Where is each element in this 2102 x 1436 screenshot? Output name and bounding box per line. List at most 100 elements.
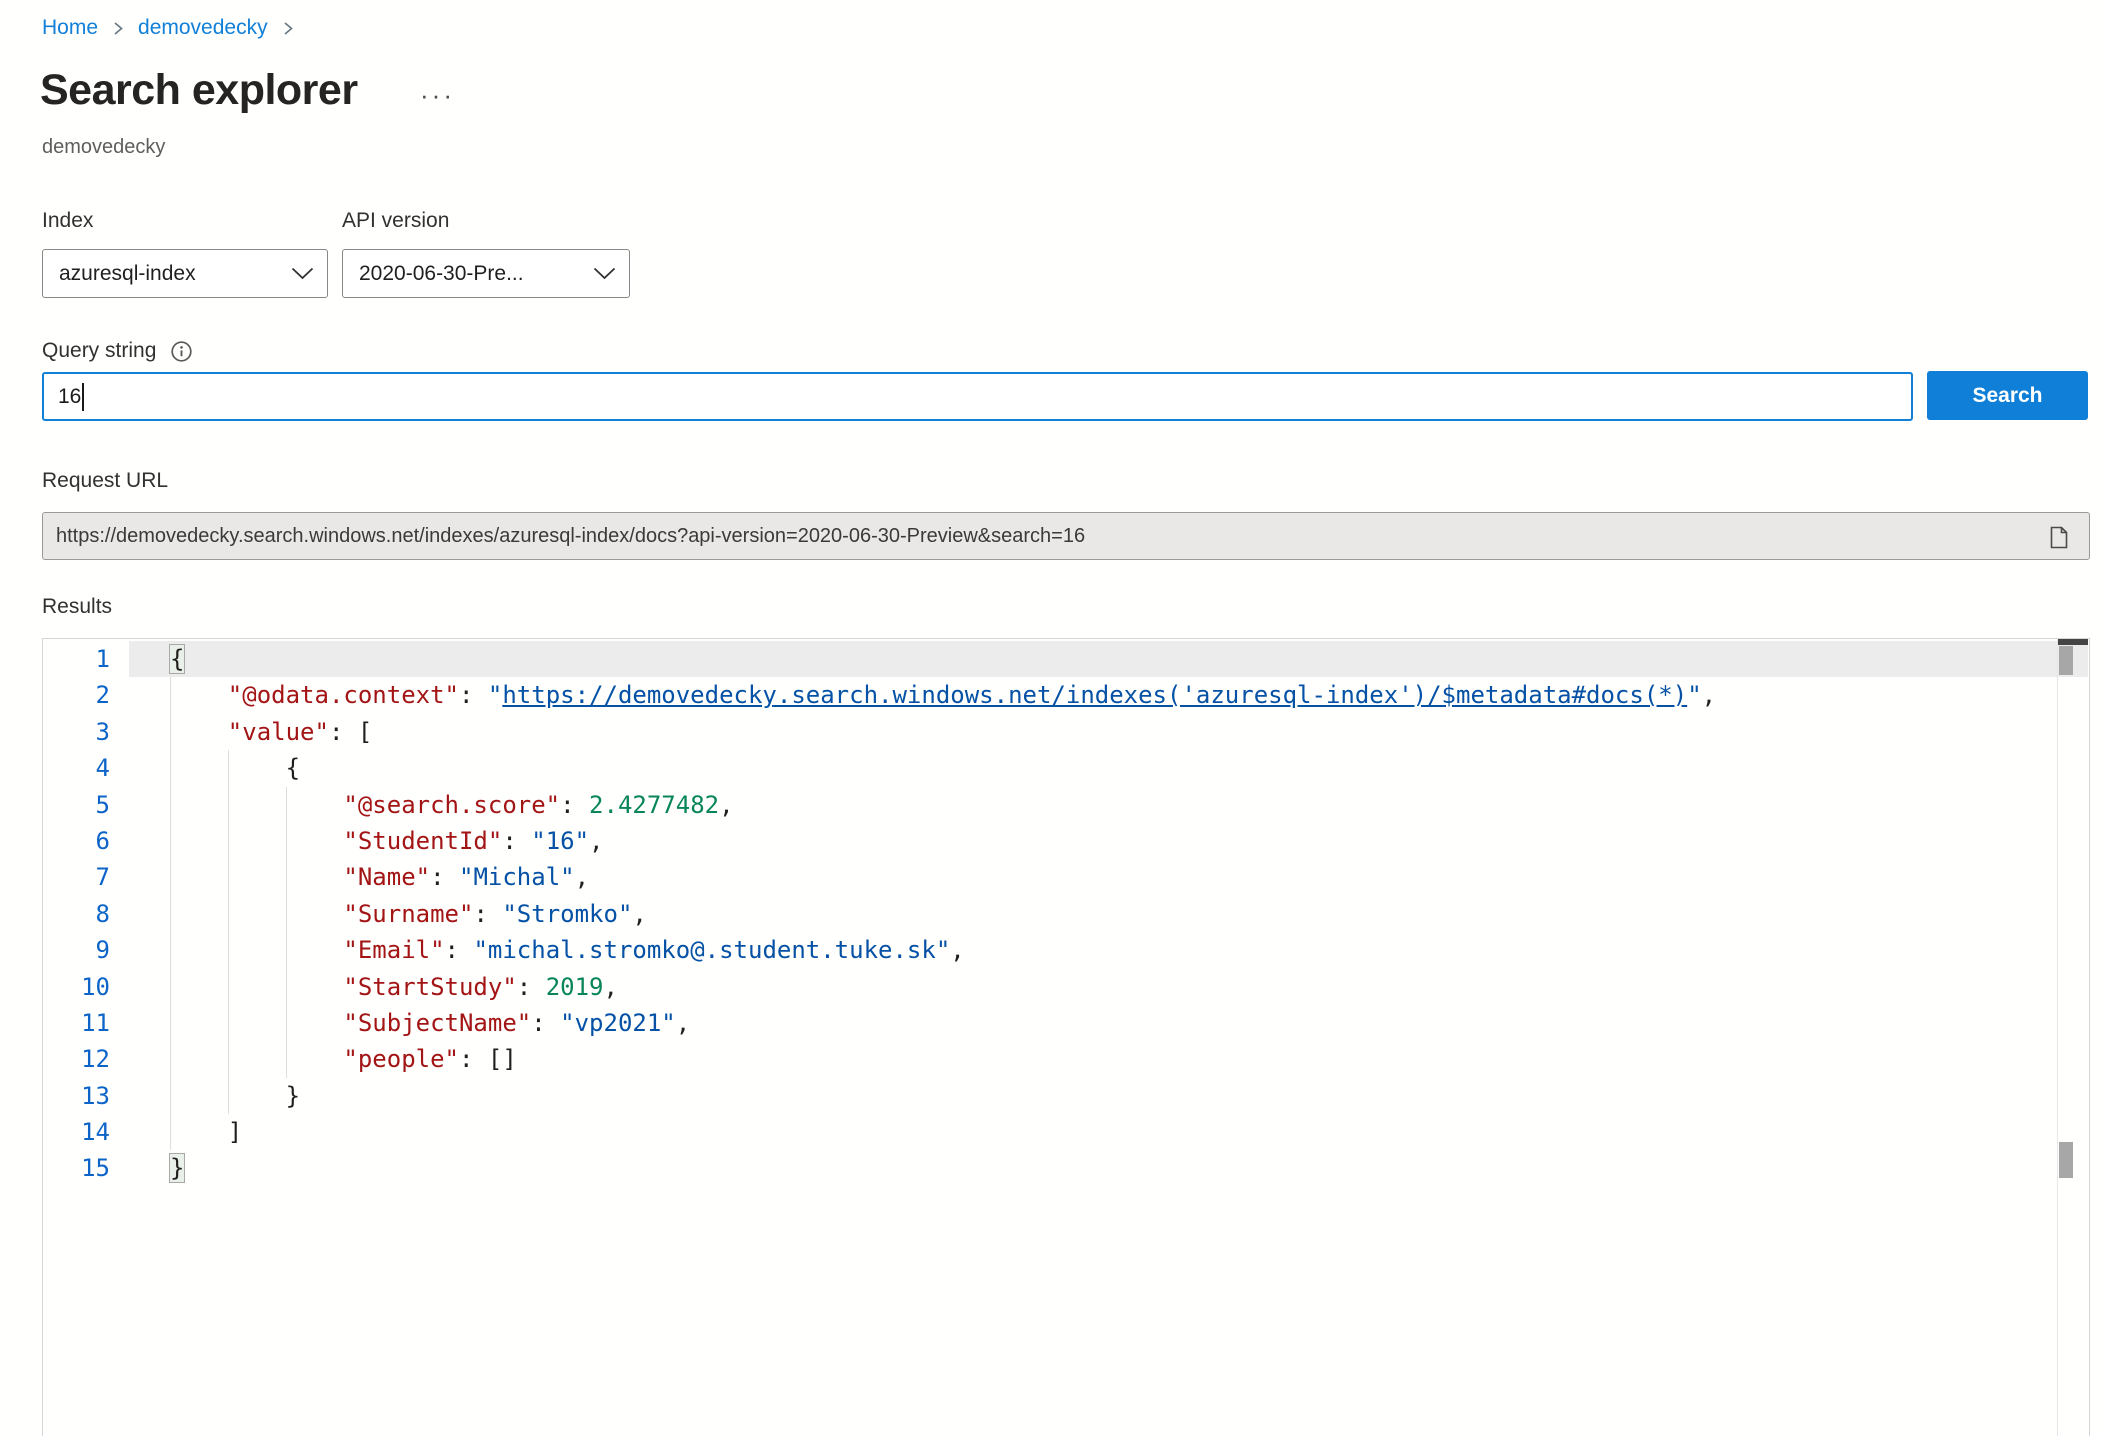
line-number: 8 [43,896,129,932]
code-line: "people": [] [129,1041,2088,1077]
breadcrumb: Home demovedecky [42,16,295,40]
indent-guide [228,1005,229,1041]
json-token: : [502,827,531,855]
scrollbar-top-decoration [2058,639,2088,645]
indent-guide [170,969,171,1005]
indent-guide [170,932,171,968]
page-title: Search explorer [40,66,358,115]
request-url-field[interactable]: https://demovedecky.search.windows.net/i… [42,512,2090,560]
code-line: "value": [ [129,714,2088,750]
copy-icon [2045,522,2073,552]
code-line: "StudentId": "16", [129,823,2088,859]
line-number: 1 [43,641,129,677]
search-explorer-page: Home demovedecky Search explorer ··· dem… [0,0,2102,1436]
json-token: , [603,973,617,1001]
code-line: "Email": "michal.stromko@.student.tuke.s… [129,932,2088,968]
line-number: 5 [43,787,129,823]
json-link[interactable]: https://demovedecky.search.windows.net/i… [502,681,1687,709]
indent-guide [170,1005,171,1041]
json-token: "Michal" [459,863,575,891]
json-token: { [170,645,184,673]
json-token: "SubjectName" [343,1009,531,1037]
overview-ruler-marker [2059,1142,2073,1178]
json-token: : [459,1045,488,1073]
indent-guide [286,787,287,823]
results-label: Results [42,595,112,619]
json-token: , [676,1009,690,1037]
json-token: , [950,936,964,964]
chevron-down-icon [593,267,616,280]
json-token: } [286,1082,300,1110]
indent-guide [286,859,287,895]
json-token: : [473,900,502,928]
indent-guide [286,1041,287,1077]
page-subtitle: demovedecky [42,136,165,159]
indent-guide [170,859,171,895]
json-token: , [589,827,603,855]
code-line: } [129,1150,2088,1186]
search-button[interactable]: Search [1927,371,2088,420]
index-label: Index [42,209,93,233]
json-token: "@odata.context" [228,681,459,709]
json-token: "michal.stromko@.student.tuke.sk" [473,936,950,964]
editor-gutter: 123456789101112131415 [43,641,129,1187]
line-number: 15 [43,1150,129,1186]
json-token: "people" [343,1045,459,1073]
editor-code: { "@odata.context": "https://demovedecky… [129,641,2088,1187]
code-line: ] [129,1114,2088,1150]
query-string-label: Query string [42,339,156,363]
api-version-dropdown[interactable]: 2020-06-30-Pre... [342,249,630,298]
indent-guide [228,859,229,895]
line-number: 4 [43,750,129,786]
json-token: , [719,791,733,819]
json-token: "16" [531,827,589,855]
info-icon[interactable] [170,340,193,363]
index-dropdown[interactable]: azuresql-index [42,249,328,298]
more-options-button[interactable]: ··· [420,80,455,111]
line-number: 13 [43,1078,129,1114]
json-token: " [488,681,502,709]
indent-guide [228,1041,229,1077]
query-input[interactable]: 16 [42,372,1913,421]
indent-guide [228,823,229,859]
code-line: { [129,750,2088,786]
json-token: "@search.score" [343,791,560,819]
copy-button[interactable] [2045,522,2073,552]
line-number: 7 [43,859,129,895]
json-token: "Name" [343,863,430,891]
line-number: 11 [43,1005,129,1041]
json-token: : [531,1009,560,1037]
json-token: : [459,681,488,709]
breadcrumb-service-link[interactable]: demovedecky [138,16,268,40]
indent-guide [286,823,287,859]
indent-guide [170,1078,171,1114]
indent-guide [286,1005,287,1041]
indent-guide [228,1078,229,1114]
scrollbar-track-edge [2057,639,2058,1436]
indent-guide [170,1041,171,1077]
json-token: , [575,863,589,891]
scrollbar-thumb[interactable] [2059,646,2073,675]
json-token: "StartStudy" [343,973,516,1001]
json-token: : [430,863,459,891]
results-editor[interactable]: 123456789101112131415 { "@odata.context"… [42,638,2090,1436]
json-token: " [1687,681,1701,709]
indent-guide [228,969,229,1005]
json-token: "StudentId" [343,827,502,855]
code-line: "Surname": "Stromko", [129,896,2088,932]
indent-guide [170,896,171,932]
query-input-value: 16 [58,385,81,409]
json-token: , [1702,681,1716,709]
breadcrumb-home-link[interactable]: Home [42,16,98,40]
indent-guide [170,787,171,823]
indent-guide [286,932,287,968]
json-token: "vp2021" [560,1009,676,1037]
line-number: 6 [43,823,129,859]
line-number: 10 [43,969,129,1005]
code-line: "@search.score": 2.4277482, [129,787,2088,823]
indent-guide [228,896,229,932]
request-url-label: Request URL [42,469,168,493]
text-cursor [82,383,84,411]
json-token: ] [228,1118,242,1146]
code-line: "@odata.context": "https://demovedecky.s… [129,677,2088,713]
